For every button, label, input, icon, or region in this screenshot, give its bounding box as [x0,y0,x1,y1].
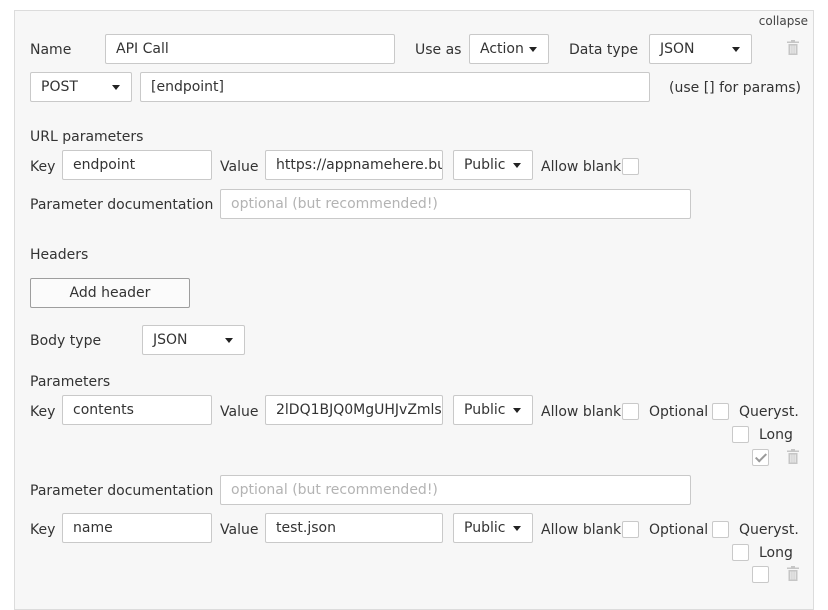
headers-title: Headers [30,247,89,263]
param-value-label: Value [220,404,259,420]
param-doc-label: Parameter documentation [30,483,214,499]
trash-icon[interactable] [787,449,799,464]
param-optional-label: Optional [649,522,709,538]
param-key-input[interactable]: contents [62,395,212,425]
url-param-value-input[interactable]: https://appnamehere.bubbleapps.io [265,150,443,180]
param-long-label: Long [759,427,793,443]
chevron-down-icon [529,47,537,52]
param-optional-checkbox[interactable] [712,403,729,420]
url-parameters-title: URL parameters [30,129,144,145]
chevron-down-icon [513,526,521,531]
param-value-label: Value [220,522,259,538]
trash-icon[interactable] [787,566,799,581]
param-visibility-select[interactable]: Public [453,395,533,425]
param-key-input[interactable]: name [62,513,212,543]
param-allow-blank-label: Allow blank [541,404,622,420]
param-long-checkbox[interactable] [732,426,749,443]
param-allow-blank-checkbox[interactable] [622,521,639,538]
url-param-allow-blank-checkbox[interactable] [622,158,639,175]
param-long-checkbox[interactable] [732,544,749,561]
param-visibility-value: Public [464,402,506,418]
chevron-down-icon [112,85,120,90]
data-type-select[interactable]: JSON [649,34,752,64]
body-type-select[interactable]: JSON [142,325,245,355]
method-value: POST [41,79,78,95]
param-key-label: Key [30,404,56,420]
body-type-value: JSON [153,332,188,348]
url-param-doc-label: Parameter documentation [30,197,214,213]
param-long-label: Long [759,545,793,561]
name-input[interactable]: API Call [105,34,395,64]
url-param-key-label: Key [30,159,56,175]
data-type-label: Data type [569,42,639,58]
param-optional-checkbox[interactable] [712,521,729,538]
param-allow-blank-checkbox[interactable] [622,403,639,420]
chevron-down-icon [225,338,233,343]
trash-icon[interactable] [787,40,799,55]
param-allow-blank-label: Allow blank [541,522,622,538]
param-visibility-select[interactable]: Public [453,513,533,543]
chevron-down-icon [513,163,521,168]
param-queryst-label: Queryst. [739,522,799,538]
param-visibility-value: Public [464,520,506,536]
url-input[interactable]: [endpoint] [140,72,650,102]
param-queryst-label: Queryst. [739,404,799,420]
use-as-select[interactable]: Action [469,34,549,64]
url-param-allow-blank-label: Allow blank [541,159,622,175]
use-as-value: Action [480,41,524,57]
add-header-button[interactable]: Add header [30,278,190,308]
method-select[interactable]: POST [30,72,132,102]
url-param-value-label: Value [220,159,259,175]
url-param-key-input[interactable]: endpoint [62,150,212,180]
chevron-down-icon [513,408,521,413]
use-as-label: Use as [415,42,462,58]
param-value-input[interactable]: 2lDQ1BJQ0MgUHJvZmlsZ [265,395,443,425]
param-doc-input[interactable]: optional (but recommended!) [220,475,691,505]
url-hint: (use [] for params) [669,80,801,96]
param-value-input[interactable]: test.json [265,513,443,543]
param-extra-checkbox[interactable] [752,566,769,583]
url-param-visibility-value: Public [464,157,506,173]
chevron-down-icon [732,47,740,52]
url-param-visibility-select[interactable]: Public [453,150,533,180]
name-label: Name [30,42,72,58]
collapse-link[interactable]: collapse [759,14,808,28]
body-type-label: Body type [30,333,102,349]
param-key-label: Key [30,522,56,538]
parameters-title: Parameters [30,374,111,390]
param-extra-checkbox[interactable] [752,449,769,466]
data-type-value: JSON [660,41,695,57]
param-optional-label: Optional [649,404,709,420]
url-param-doc-input[interactable]: optional (but recommended!) [220,189,691,219]
